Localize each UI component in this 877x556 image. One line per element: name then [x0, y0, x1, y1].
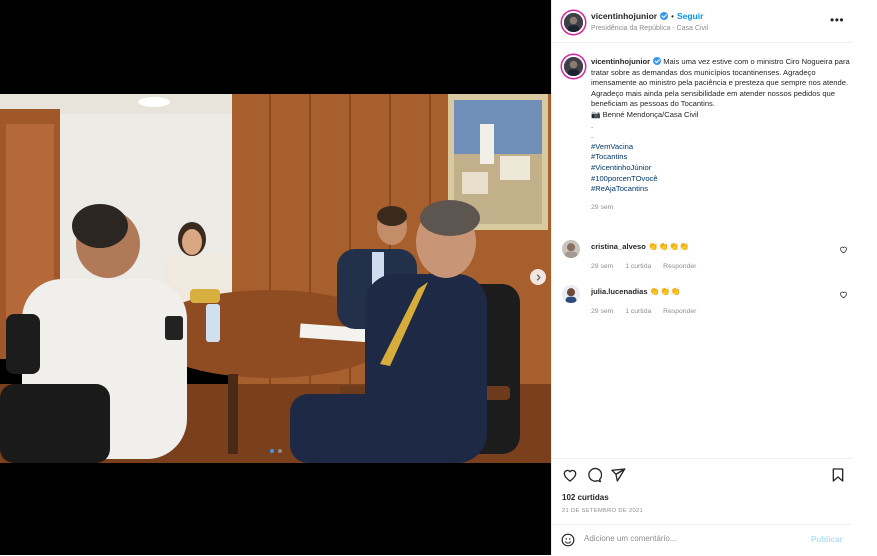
avatar-image: [562, 285, 580, 303]
post-details-panel: vicentinhojunior • Seguir Presidência da R…: [551, 0, 852, 555]
post-header: vicentinhojunior • Seguir Presidência da R…: [552, 0, 852, 43]
comment-meta: 29 sem 1 curtida Responder: [591, 308, 706, 315]
post-date: 21 DE SETEMBRO DE 2021: [562, 508, 644, 514]
post-media: [0, 0, 551, 555]
comment-body: 👏👏👏👏: [648, 242, 690, 251]
like-comment-heart-icon[interactable]: [839, 245, 848, 254]
comment-bubble-icon[interactable]: [586, 467, 602, 483]
emoji-smiley-icon[interactable]: [561, 533, 575, 547]
carousel-indicator: [0, 449, 551, 453]
separator-dot: •: [671, 12, 674, 21]
comment-likes[interactable]: 1 curtida: [625, 263, 651, 270]
hashtag-link[interactable]: #ReAjaTocantins: [591, 184, 851, 195]
like-count[interactable]: 102 curtidas: [562, 493, 609, 502]
add-comment-bar: Publicar: [551, 524, 851, 556]
caption-dot: .: [591, 131, 594, 141]
caption-username[interactable]: vicentinhojunior: [591, 57, 650, 66]
comment-time[interactable]: 29 sem: [591, 263, 613, 270]
comment-username[interactable]: julia.lucenadias: [591, 287, 648, 296]
post-author: vicentinhojunior • Seguir: [591, 11, 703, 21]
username-link[interactable]: vicentinhojunior: [591, 11, 657, 21]
avatar-image: [562, 240, 580, 258]
comment-likes[interactable]: 1 curtida: [625, 308, 651, 315]
reply-button[interactable]: Responder: [663, 308, 696, 315]
comment-meta: 29 sem 1 curtida Responder: [591, 263, 706, 270]
comment-avatar[interactable]: [562, 240, 580, 258]
avatar-image: [564, 13, 583, 32]
caption-text: vicentinhojunior Mais uma vez estive com…: [591, 57, 851, 213]
verified-badge-icon: [653, 57, 662, 65]
like-heart-icon[interactable]: [562, 467, 578, 483]
avatar-image: [564, 57, 583, 76]
chevron-right-icon: [536, 273, 541, 281]
comment-avatar[interactable]: [562, 285, 580, 303]
carousel-dot: [277, 449, 282, 453]
avatar[interactable]: [562, 11, 585, 34]
follow-button[interactable]: Seguir: [677, 11, 703, 21]
post-photo: [0, 94, 551, 463]
comment-text: cristina_alveso 👏👏👏👏: [591, 242, 690, 251]
next-photo-button[interactable]: [530, 269, 546, 285]
comment-time[interactable]: 29 sem: [591, 308, 613, 315]
photo-credit: 📷 Benné Mendonça/Casa Civil: [591, 109, 699, 119]
like-comment-heart-icon[interactable]: [839, 290, 848, 299]
comment-text: julia.lucenadias 👏👏👏: [591, 287, 681, 296]
comment-body: 👏👏👏: [649, 287, 682, 296]
more-options-icon[interactable]: •••: [830, 13, 844, 27]
hashtag-link[interactable]: #VemVacina: [591, 142, 851, 153]
share-send-icon[interactable]: [610, 467, 626, 483]
comment-username[interactable]: cristina_alveso: [591, 242, 646, 251]
verified-badge-icon: [660, 12, 669, 20]
save-bookmark-icon[interactable]: [830, 467, 846, 483]
hashtag-link[interactable]: #VicentinhoJúnior: [591, 163, 851, 174]
reply-button[interactable]: Responder: [663, 263, 696, 270]
caption-dot: .: [591, 120, 594, 130]
carousel-dot-active: [269, 449, 274, 453]
caption-avatar[interactable]: [562, 55, 585, 78]
hashtag-link[interactable]: #100porcenTOvocê: [591, 174, 851, 185]
hashtag-link[interactable]: #Tocantins: [591, 152, 851, 163]
caption-time[interactable]: 29 sem: [591, 204, 613, 211]
comment-input[interactable]: [584, 534, 784, 543]
post-location[interactable]: Presidência da República - Casa Civil: [591, 25, 708, 32]
publish-button[interactable]: Publicar: [811, 535, 843, 544]
